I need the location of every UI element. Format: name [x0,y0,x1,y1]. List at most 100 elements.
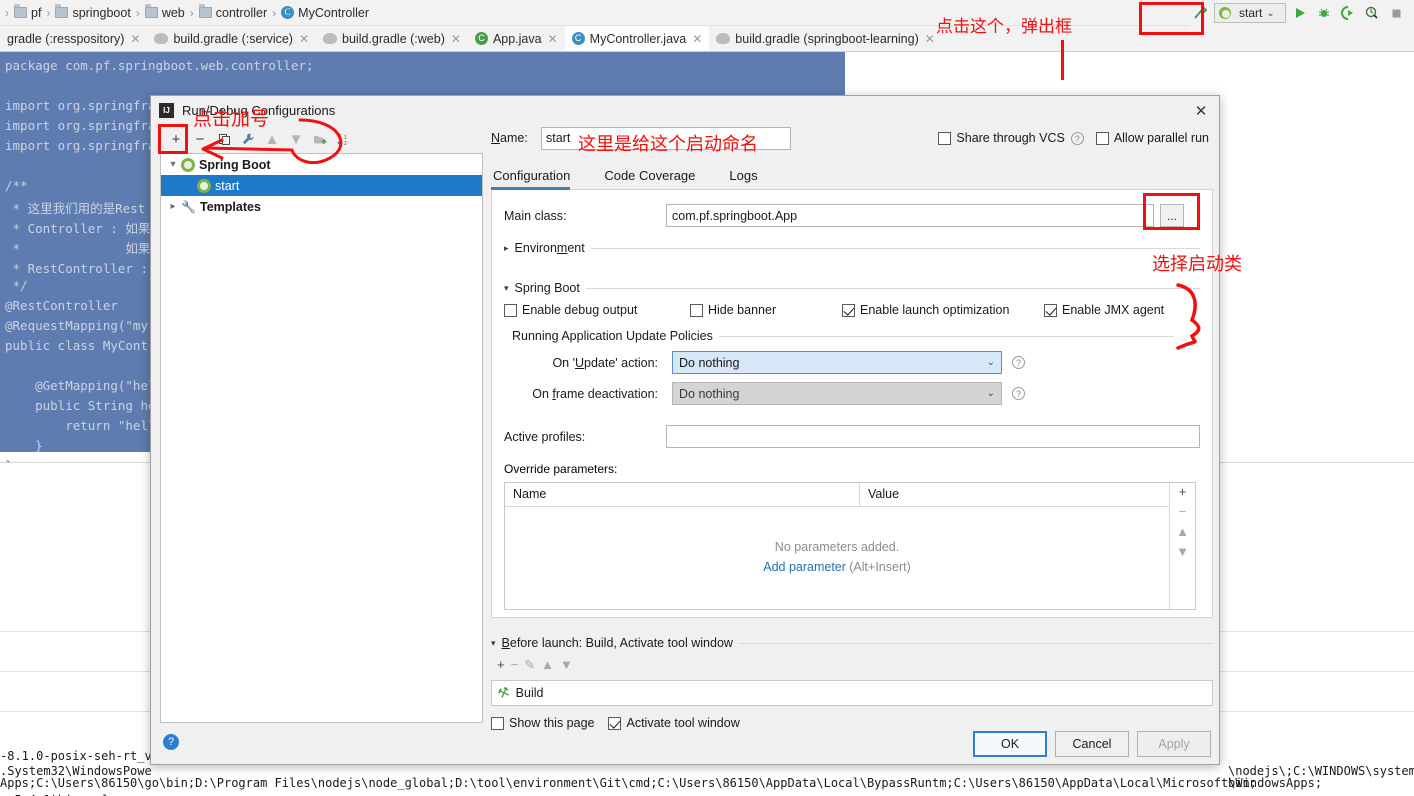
enable-jmx-agent-checkbox[interactable]: Enable JMX agent [1044,303,1164,317]
breadcrumb-separator: › [5,5,9,20]
before-launch-section: ▾ Before launch: Build, Activate tool wi… [491,636,1213,730]
ok-button[interactable]: OK [973,731,1047,757]
add-folder-button[interactable] [309,128,331,150]
editor-tab-gradle-respository[interactable]: gradle (:resspository) ✕ [0,26,147,51]
help-icon[interactable]: ? [1070,131,1084,145]
profiler-icon[interactable] [1362,3,1382,23]
help-icon[interactable]: ? [1012,387,1025,400]
enable-launch-optimization-checkbox[interactable]: Enable launch optimization [842,303,1044,317]
breadcrumb-item-controller[interactable]: controller [198,4,267,20]
close-icon[interactable]: ✕ [925,32,935,46]
checkbox-box [1095,131,1109,145]
tab-configuration[interactable]: Configuration [491,164,584,190]
add-parameter-link[interactable]: Add parameter [763,560,846,574]
breadcrumb-separator: › [46,5,51,20]
debug-icon[interactable] [1314,3,1334,23]
environment-section-header[interactable]: ▸ Environment [504,241,1200,255]
code-line: package com.pf.springboot.web.controller… [5,58,314,73]
tab-label: MyController.java [589,31,687,46]
hammer-icon[interactable] [1190,3,1210,23]
hide-banner-checkbox[interactable]: Hide banner [690,303,842,317]
tab-code-coverage[interactable]: Code Coverage [602,164,709,189]
sort-configurations-button[interactable]: 12 [333,128,355,150]
tree-toolbar: + − ▲ ▼ 12 [165,126,483,152]
tree-node-spring-boot[interactable]: ▾ Spring Boot [161,154,482,175]
close-icon[interactable]: ✕ [299,32,309,46]
cancel-button[interactable]: Cancel [1055,731,1129,757]
tab-label: Configuration [493,168,571,183]
empty-message: No parameters added. [774,540,900,554]
spring-boot-section-header[interactable]: ▾ Spring Boot [504,281,1200,295]
chevron-down-icon[interactable]: ▾ [165,159,181,170]
share-through-vcs-checkbox[interactable]: Share through VCS [938,131,1065,145]
run-configuration-selector[interactable]: start ⌄ [1214,3,1286,23]
tree-node-start[interactable]: start [161,175,482,196]
frame-deactivation-combo[interactable]: Do nothing ⌄ [672,382,1002,405]
add-before-launch-task-button[interactable]: + [497,658,505,671]
allow-parallel-run-label: Allow parallel run [1113,131,1209,145]
move-parameter-down-button[interactable]: ▼ [1176,545,1189,558]
name-input[interactable] [541,126,791,150]
code-line: * RestController : 相 [5,261,169,276]
move-task-down-button[interactable]: ▼ [560,658,573,671]
before-launch-task-build[interactable]: ⚒ Build [491,680,1213,706]
chevron-right-icon[interactable]: ▸ [504,243,509,254]
dialog-title: Run/Debug Configurations [182,102,336,118]
close-icon[interactable]: ✕ [130,32,140,46]
editor-tab-app-java[interactable]: C App.java ✕ [468,26,565,51]
code-line: import org.springfra [5,98,156,113]
remove-before-launch-task-button[interactable]: − [511,658,519,671]
breadcrumb-item-pf[interactable]: pf [14,4,41,20]
move-parameter-up-button[interactable]: ▲ [1176,525,1189,538]
remove-parameter-button[interactable]: − [1179,505,1187,518]
move-down-button[interactable]: ▼ [285,128,307,150]
chevron-down-icon[interactable]: ▾ [491,638,496,649]
add-configuration-button[interactable]: + [165,128,187,150]
editor-tab-gradle-springboot-learning[interactable]: build.gradle (springboot-learning) ✕ [709,26,942,51]
run-with-coverage-icon[interactable] [1338,3,1358,23]
remove-configuration-button[interactable]: − [189,128,211,150]
move-task-up-button[interactable]: ▲ [541,658,554,671]
configuration-form: Name: Share through VCS ? Allow parallel… [491,126,1213,721]
tab-label: Code Coverage [604,168,696,183]
edit-templates-button[interactable] [237,128,259,150]
run-icon[interactable] [1290,3,1310,23]
main-class-input[interactable] [666,204,1154,227]
close-icon[interactable]: ✕ [1189,100,1213,122]
apply-button[interactable]: Apply [1137,731,1211,757]
breadcrumb-label: springboot [72,5,131,20]
update-action-combo[interactable]: Do nothing ⌄ [672,351,1002,374]
move-up-button[interactable]: ▲ [261,128,283,150]
tree-node-templates[interactable]: ▸ 🔧 Templates [161,196,482,217]
copy-configuration-button[interactable] [213,128,235,150]
editor-tab-gradle-service[interactable]: build.gradle (:service) ✕ [147,26,316,51]
close-icon[interactable]: ✕ [692,32,702,46]
close-icon[interactable]: ✕ [451,32,461,46]
chevron-down-icon[interactable]: ⌄ [1266,8,1274,19]
stop-icon[interactable] [1386,3,1406,23]
breadcrumb-item-springboot[interactable]: springboot [55,4,131,20]
configurations-tree[interactable]: ▾ Spring Boot start ▸ 🔧 Templates [160,153,483,723]
close-icon[interactable]: ✕ [548,32,558,46]
editor-tab-mycontroller-java[interactable]: C MyController.java ✕ [564,26,710,51]
main-class-browse-button[interactable]: ... [1160,204,1184,227]
before-launch-header[interactable]: ▾ Before launch: Build, Activate tool wi… [491,636,1213,650]
frame-deactivation-label: On frame deactivation: [532,386,658,401]
override-parameters-table[interactable]: Name Value No parameters added. Add para… [504,482,1196,610]
allow-parallel-run-checkbox[interactable]: Allow parallel run [1095,131,1209,145]
edit-before-launch-task-button[interactable]: ✎ [524,658,535,671]
breadcrumb-item-mycontroller[interactable]: C MyController [281,6,369,20]
active-profiles-input[interactable] [665,425,1200,448]
chevron-down-icon[interactable]: ▾ [504,283,509,294]
spring-boot-icon [1219,7,1231,19]
breadcrumb-item-web[interactable]: web [144,4,185,20]
help-icon[interactable]: ? [163,734,179,750]
enable-debug-output-checkbox[interactable]: Enable debug output [504,303,690,317]
code-line: import org.springfra [5,118,156,133]
help-icon[interactable]: ? [1012,356,1025,369]
tab-logs[interactable]: Logs [727,164,771,189]
editor-tab-gradle-web[interactable]: build.gradle (:web) ✕ [316,26,468,51]
add-parameter-button[interactable]: + [1179,485,1187,498]
ellipsis-icon: ... [1166,208,1177,223]
chevron-right-icon[interactable]: ▸ [165,201,181,212]
